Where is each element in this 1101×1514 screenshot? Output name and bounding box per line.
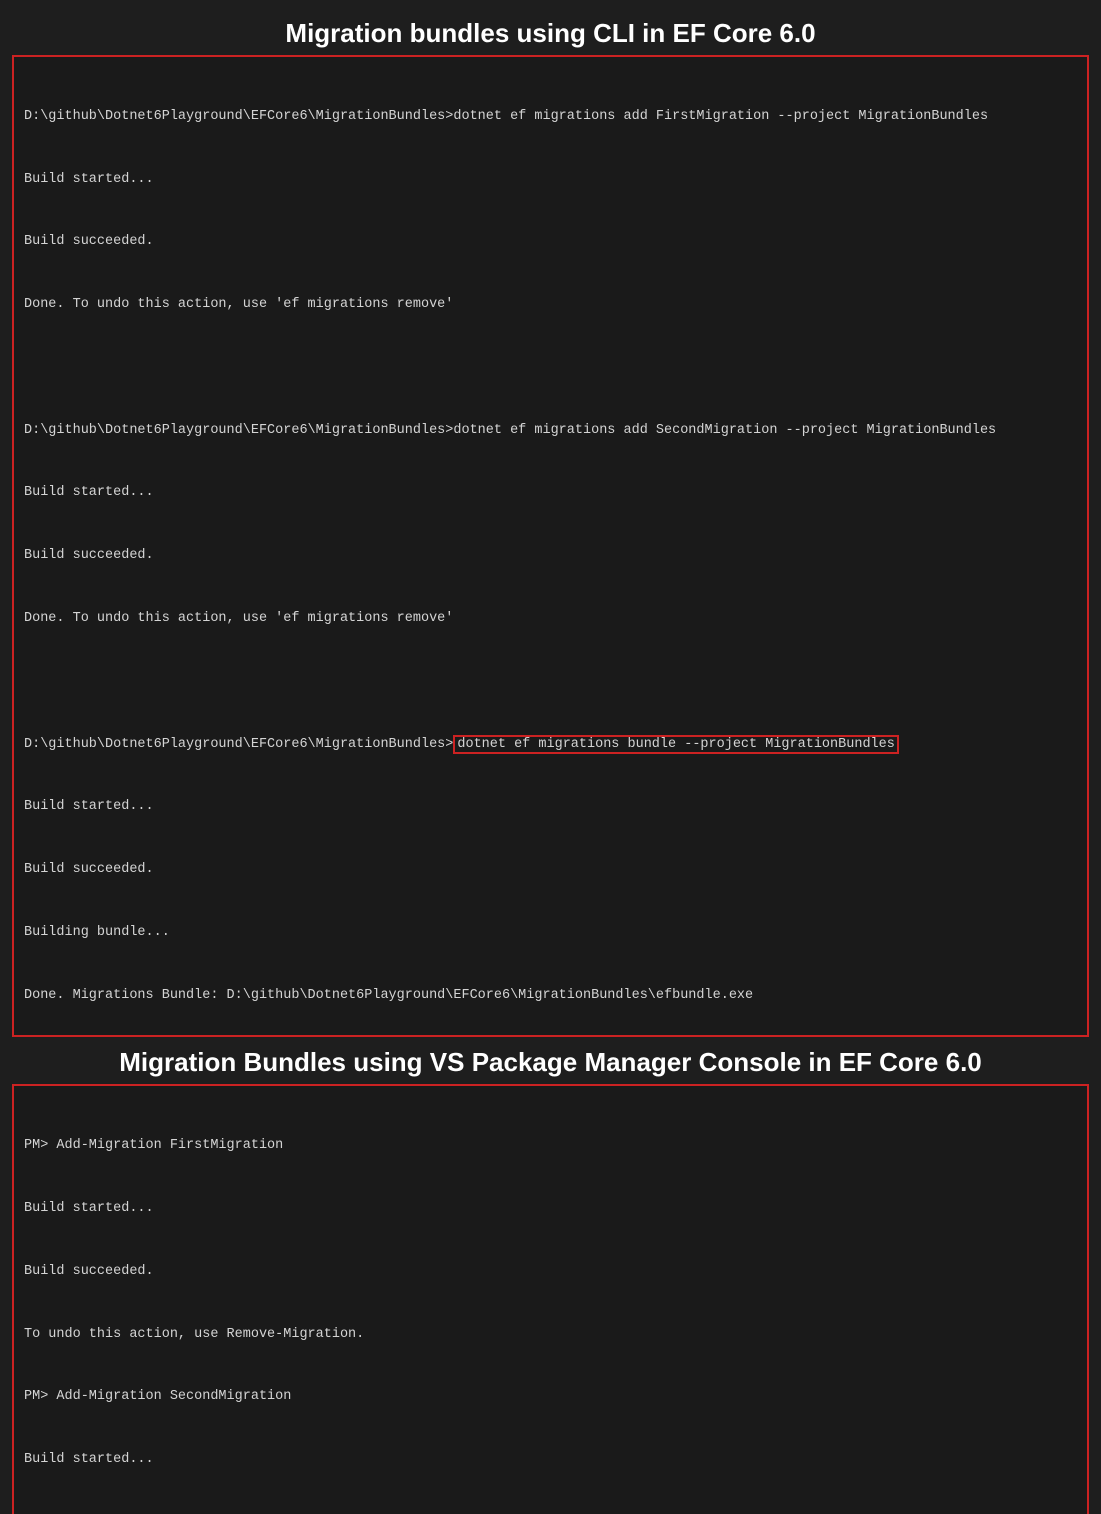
terminal-line: Build started... (24, 797, 1077, 818)
terminal-line: D:\github\Dotnet6Playground\EFCore6\Migr… (24, 421, 1077, 442)
terminal-line: D:\github\Dotnet6Playground\EFCore6\Migr… (24, 107, 1077, 128)
terminal-line: PM> Add-Migration SecondMigration (24, 1387, 1077, 1408)
terminal-line: Done. Migrations Bundle: D:\github\Dotne… (24, 986, 1077, 1007)
terminal-line: Build started... (24, 483, 1077, 504)
terminal-line: Done. To undo this action, use 'ef migra… (24, 609, 1077, 630)
terminal-line: To undo this action, use Remove-Migratio… (24, 1325, 1077, 1346)
terminal-line-cmd: D:\github\Dotnet6Playground\EFCore6\Migr… (24, 735, 1077, 756)
terminal-line (24, 358, 1077, 379)
terminal-line: Build started... (24, 1199, 1077, 1220)
terminal-line: Building bundle... (24, 923, 1077, 944)
terminal-line: Build succeeded. (24, 1262, 1077, 1283)
section2-terminal: PM> Add-Migration FirstMigration Build s… (12, 1084, 1089, 1514)
section1-title: Migration bundles using CLI in EF Core 6… (12, 18, 1089, 49)
terminal-line: Done. To undo this action, use 'ef migra… (24, 295, 1077, 316)
terminal-line: Build succeeded. (24, 860, 1077, 881)
terminal-line: PM> Add-Migration FirstMigration (24, 1136, 1077, 1157)
terminal-line: Build succeeded. (24, 546, 1077, 567)
section1-terminal: D:\github\Dotnet6Playground\EFCore6\Migr… (12, 55, 1089, 1037)
section2-title: Migration Bundles using VS Package Manag… (12, 1047, 1089, 1078)
terminal-line (24, 672, 1077, 693)
terminal-line: Build started... (24, 170, 1077, 191)
terminal-line: Build succeeded. (24, 232, 1077, 253)
terminal-line: Build succeeded. (24, 1513, 1077, 1514)
terminal-line: Build started... (24, 1450, 1077, 1471)
highlighted-command: dotnet ef migrations bundle --project Mi… (453, 735, 898, 754)
